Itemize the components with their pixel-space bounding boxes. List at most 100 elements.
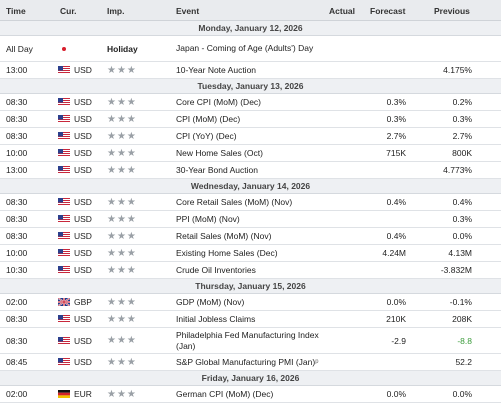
us-flag-icon — [58, 115, 70, 123]
event-name[interactable]: Core CPI (MoM) (Dec) — [176, 94, 331, 110]
header-event[interactable]: Event — [176, 6, 199, 16]
forecast-value: 0.0% — [386, 297, 406, 307]
event-name[interactable]: Retail Sales (MoM) (Nov) — [176, 228, 331, 244]
event-time: 08:30 — [6, 197, 28, 207]
event-name-text: Japan - Coming of Age (Adults') Day — [176, 43, 314, 53]
country-flag — [58, 262, 70, 278]
forecast-value: 0.4% — [386, 231, 406, 241]
importance-stars-icon: ★★★ — [107, 388, 137, 400]
event-name[interactable]: Philadelphia Fed Manufacturing Index (Ja… — [176, 328, 331, 353]
event-name[interactable]: 10-Year Note Auction — [176, 62, 331, 78]
event-time: 13:00 — [6, 65, 28, 75]
previous-value: 4.13M — [448, 248, 472, 258]
actual-value — [315, 228, 355, 244]
actual-value — [315, 311, 355, 327]
header-time[interactable]: Time — [6, 6, 26, 16]
country-flag — [58, 111, 70, 127]
us-flag-icon — [58, 232, 70, 240]
uk-flag-icon — [58, 298, 70, 306]
event-currency: USD — [74, 314, 92, 324]
event-time: 08:30 — [6, 314, 28, 324]
header-previous[interactable]: Previous — [434, 6, 470, 16]
us-flag-icon — [58, 215, 70, 223]
event-name-text: German CPI (MoM) (Dec) — [176, 388, 274, 399]
event-time: 08:30 — [6, 114, 28, 124]
event-currency: USD — [74, 114, 92, 124]
actual-value — [315, 328, 355, 353]
japan-flag-dot — [62, 46, 66, 51]
event-name-text: PPI (MoM) (Nov) — [176, 213, 240, 224]
table-header: Time Cur. Imp. Event Actual Forecast Pre… — [0, 0, 501, 21]
forecast-value: 0.0% — [386, 389, 406, 399]
event-name[interactable]: Japan - Coming of Age (Adults') Day — [176, 36, 331, 61]
event-name[interactable]: New Home Sales (Oct) — [176, 145, 331, 161]
table-row[interactable]: 08:30 USD ★★★ Philadelphia Fed Manufacturin… — [0, 328, 501, 354]
previous-value: 0.0% — [452, 231, 472, 241]
table-row[interactable]: 10:00 USD ★★★ New Home Sales (Oct) 715K 800K — [0, 145, 501, 162]
country-flag — [58, 245, 70, 261]
importance-stars-icon: ★★★ — [107, 213, 137, 225]
table-row[interactable]: 08:30 USD ★★★ PPI (MoM) (Nov) 0.3% — [0, 211, 501, 228]
event-name[interactable]: GDP (MoM) (Nov) — [176, 294, 331, 310]
table-row[interactable]: 13:00 USD ★★★ 30-Year Bond Auction 4.773% — [0, 162, 501, 179]
table-row[interactable]: 02:00 GBP ★★★ GDP (MoM) (Nov) 0.0% -0.1% — [0, 294, 501, 311]
event-time: 02:00 — [6, 389, 28, 399]
table-row[interactable]: 13:00 USD ★★★ 10-Year Note Auction 4.175% — [0, 62, 501, 79]
forecast-value: 715K — [386, 148, 406, 158]
forecast-value — [360, 62, 406, 78]
event-time: 08:30 — [6, 335, 28, 346]
table-row[interactable]: 08:30 USD ★★★ Initial Jobless Claims 210K 208… — [0, 311, 501, 328]
table-row[interactable]: 10:30 USD ★★★ Crude Oil Inventories -3.832M — [0, 262, 501, 279]
event-time: 08:30 — [6, 131, 28, 141]
table-row[interactable]: All Day Holiday Japan - Coming of Age (Adu… — [0, 36, 501, 62]
event-name[interactable]: German CPI (MoM) (Dec) — [176, 386, 331, 402]
event-time: All Day — [6, 43, 33, 54]
event-name[interactable]: PPI (MoM) (Nov) — [176, 211, 331, 227]
event-name[interactable]: Existing Home Sales (Dec) — [176, 245, 331, 261]
country-flag — [58, 194, 70, 210]
importance-stars-icon: ★★★ — [107, 64, 137, 76]
table-row[interactable]: 08:30 USD ★★★ CPI (YoY) (Dec) 2.7% 2.7% — [0, 128, 501, 145]
country-flag — [58, 386, 70, 402]
us-flag-icon — [58, 149, 70, 157]
event-name-text: Retail Sales (MoM) (Nov) — [176, 230, 272, 241]
event-currency: EUR — [74, 389, 92, 399]
event-currency: USD — [74, 148, 92, 158]
event-currency: USD — [74, 97, 92, 107]
event-name[interactable]: 30-Year Bond Auction — [176, 162, 331, 178]
table-row[interactable]: 02:00 EUR ★★★ German CPI (MoM) (Dec) 0.0% 0.0… — [0, 386, 501, 403]
event-name[interactable]: Core Retail Sales (MoM) (Nov) — [176, 194, 331, 210]
forecast-value: 4.24M — [382, 248, 406, 258]
germany-flag-icon — [58, 390, 70, 398]
country-flag — [58, 162, 70, 178]
importance-stars-icon: ★★★ — [107, 335, 137, 346]
event-time: 10:00 — [6, 148, 28, 158]
header-currency[interactable]: Cur. — [60, 6, 77, 16]
table-row[interactable]: 08:30 USD ★★★ Core Retail Sales (MoM) (Nov)… — [0, 194, 501, 211]
country-flag — [58, 294, 70, 310]
header-actual[interactable]: Actual — [329, 6, 355, 16]
us-flag-icon — [58, 132, 70, 140]
event-currency: USD — [74, 335, 92, 346]
importance-stars-icon: ★★★ — [107, 230, 137, 242]
country-flag — [58, 328, 70, 353]
event-name-text: Core CPI (MoM) (Dec) — [176, 96, 262, 107]
table-row[interactable]: 08:45 USD ★★★ S&P Global Manufacturing PMI … — [0, 354, 501, 371]
table-row[interactable]: 08:30 USD ★★★ Retail Sales (MoM) (Nov) 0.4% 0… — [0, 228, 501, 245]
importance-stars-icon: ★★★ — [107, 264, 137, 276]
event-name[interactable]: Crude Oil Inventories — [176, 262, 331, 278]
event-name[interactable]: S&P Global Manufacturing PMI (Jan) ᵖ — [176, 354, 331, 370]
event-name[interactable]: CPI (YoY) (Dec) — [176, 128, 331, 144]
us-flag-icon — [58, 266, 70, 274]
japan-flag-icon — [58, 45, 70, 53]
event-name[interactable]: CPI (MoM) (Dec) — [176, 111, 331, 127]
event-name-text: 10-Year Note Auction — [176, 64, 257, 75]
table-row[interactable]: 08:30 USD ★★★ CPI (MoM) (Dec) 0.3% 0.3% — [0, 111, 501, 128]
table-row[interactable]: 10:00 USD ★★★ Existing Home Sales (Dec) 4.24… — [0, 245, 501, 262]
event-name[interactable]: Initial Jobless Claims — [176, 311, 331, 327]
actual-value — [315, 128, 355, 144]
event-currency: USD — [74, 65, 92, 75]
header-importance[interactable]: Imp. — [107, 6, 124, 16]
table-row[interactable]: 08:30 USD ★★★ Core CPI (MoM) (Dec) 0.3% 0.2% — [0, 94, 501, 111]
header-forecast[interactable]: Forecast — [370, 6, 405, 16]
